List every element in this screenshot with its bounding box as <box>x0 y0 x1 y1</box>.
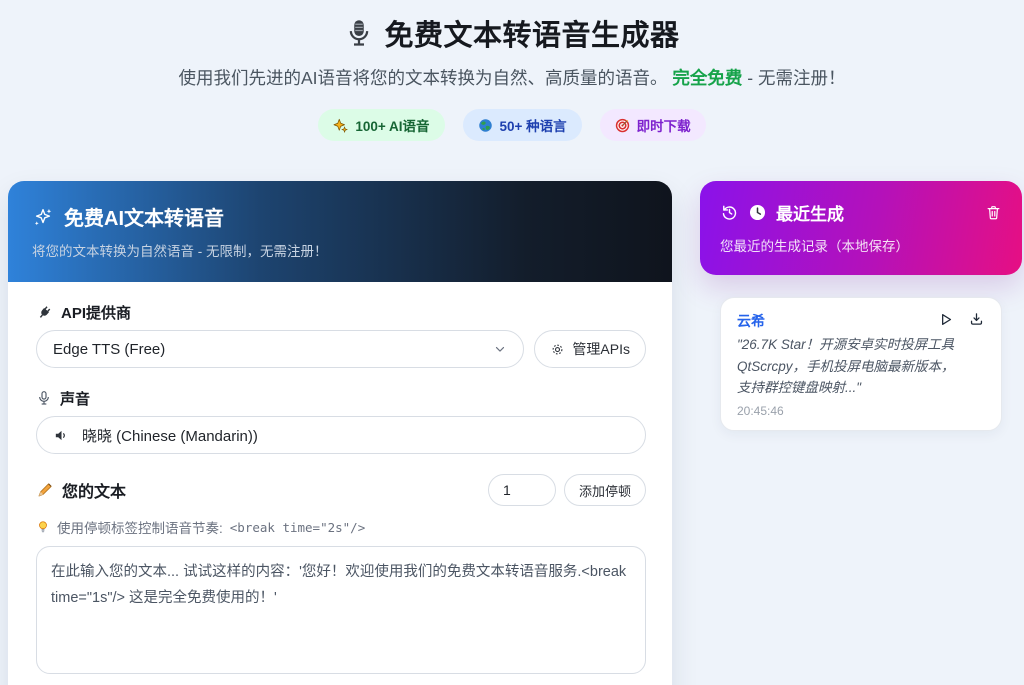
trash-icon <box>985 204 1002 221</box>
download-icon <box>968 311 985 328</box>
recent-header: 最近生成 您最近的生成记录（本地保存） <box>700 181 1022 275</box>
api-provider-label: API提供商 <box>36 302 646 322</box>
generator-title: 免费AI文本转语音 <box>64 202 224 231</box>
text-label-text: 您的文本 <box>62 478 126 502</box>
sparkles-icon <box>32 206 54 228</box>
badge-ai-voices: 100+ AI语音 <box>318 109 444 141</box>
recent-item-time: 20:45:46 <box>737 404 985 418</box>
voice-label-text: 声音 <box>60 388 90 409</box>
generator-body: API提供商 Edge TTS (Free) 管理A <box>8 282 672 685</box>
add-pause-button[interactable]: 添加停顿 <box>564 474 646 506</box>
recent-panel: 最近生成 您最近的生成记录（本地保存） 云希 <box>700 181 1022 431</box>
voice-value: 晓晓 (Chinese (Mandarin)) <box>82 425 629 446</box>
sparkle-bolt-icon <box>333 118 348 133</box>
subtitle-highlight: 完全免费 <box>672 68 742 88</box>
badge-label: 100+ AI语音 <box>355 115 429 135</box>
api-provider-value: Edge TTS (Free) <box>53 341 481 358</box>
api-provider-select[interactable]: Edge TTS (Free) <box>36 330 524 368</box>
badge-instant-download: 即时下载 <box>600 109 706 141</box>
page-header: 免费文本转语音生成器 使用我们先进的AI语音将您的文本转换为自然、高质量的语音。… <box>0 0 1024 141</box>
api-provider-label-text: API提供商 <box>61 302 131 323</box>
microphone-icon <box>344 18 374 48</box>
recent-item: 云希 <box>720 297 1002 431</box>
chevron-down-icon <box>493 342 507 356</box>
gear-icon <box>550 342 565 357</box>
generator-header: 免费AI文本转语音 将您的文本转换为自然语音 - 无限制，无需注册！ <box>8 181 672 282</box>
subtitle-text: 使用我们先进的AI语音将您的文本转换为自然、高质量的语音。 <box>179 68 673 88</box>
pause-tip-code: <break time="2s"/> <box>230 520 365 535</box>
plug-icon <box>36 304 53 321</box>
microphone-outline-icon <box>36 390 52 406</box>
voice-select[interactable]: 晓晓 (Chinese (Mandarin)) <box>36 416 646 454</box>
pause-controls: 添加停顿 <box>488 474 646 506</box>
manage-apis-button[interactable]: 管理APIs <box>534 330 646 368</box>
history-icon <box>720 203 739 222</box>
subtitle-tail: - 无需注册！ <box>742 68 845 88</box>
badge-label: 即时下载 <box>637 115 691 135</box>
main-content: 免费AI文本转语音 将您的文本转换为自然语音 - 无限制，无需注册！ <box>0 181 1024 685</box>
writing-hand-icon <box>36 481 54 499</box>
target-icon <box>615 118 630 133</box>
voice-label: 声音 <box>36 388 646 408</box>
pause-tip: 使用停顿标签控制语音节奏: <break time="2s"/> <box>36 517 646 537</box>
page-title: 免费文本转语音生成器 <box>384 12 679 54</box>
globe-icon <box>478 118 493 133</box>
badge-label: 50+ 种语言 <box>500 115 567 135</box>
generator-card: 免费AI文本转语音 将您的文本转换为自然语音 - 无限制，无需注册！ <box>8 181 672 685</box>
recent-item-voice: 云希 <box>737 311 765 331</box>
manage-apis-label: 管理APIs <box>572 339 630 359</box>
clear-history-button[interactable] <box>985 204 1002 221</box>
add-pause-label: 添加停顿 <box>579 484 631 499</box>
badge-languages: 50+ 种语言 <box>463 109 582 141</box>
text-input[interactable] <box>36 546 646 674</box>
recent-item-text: "26.7K Star！开源安卓实时投屏工具 QtScrcpy，手机投屏电脑最新… <box>737 334 959 399</box>
feature-badges: 100+ AI语音 50+ 种语言 即时下载 <box>0 109 1024 141</box>
recent-title: 最近生成 <box>776 200 844 225</box>
pause-seconds-input[interactable] <box>488 474 556 506</box>
play-icon <box>937 311 954 328</box>
speaker-icon <box>53 427 70 444</box>
recent-subtitle: 您最近的生成记录（本地保存） <box>720 235 1002 255</box>
play-button[interactable] <box>937 311 954 328</box>
download-button[interactable] <box>968 311 985 328</box>
text-label: 您的文本 <box>36 480 126 500</box>
pause-tip-text: 使用停顿标签控制语音节奏: <box>57 517 223 537</box>
page-subtitle: 使用我们先进的AI语音将您的文本转换为自然、高质量的语音。 完全免费 - 无需注… <box>0 65 1024 90</box>
lightbulb-icon <box>36 520 50 534</box>
generator-subtitle: 将您的文本转换为自然语音 - 无限制，无需注册！ <box>32 240 648 260</box>
clock-icon <box>748 203 767 222</box>
